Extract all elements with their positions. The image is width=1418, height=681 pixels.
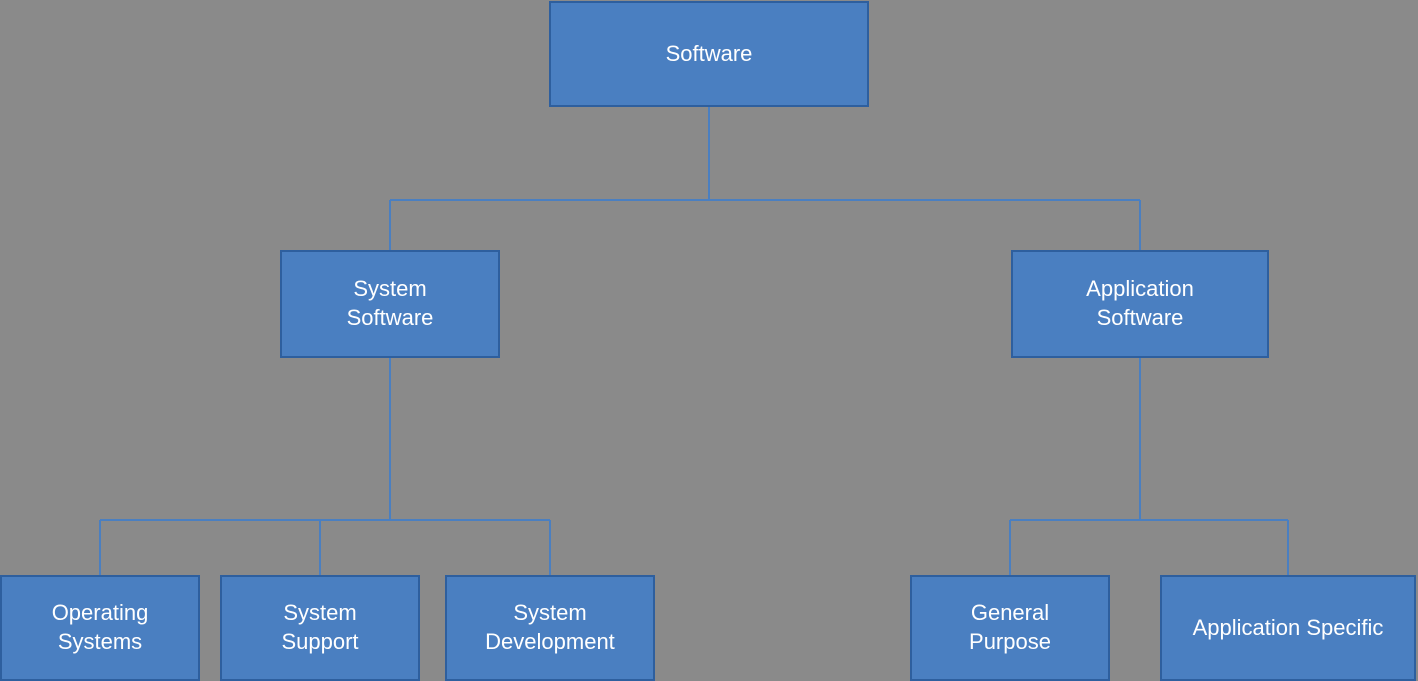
node-app-software-label: ApplicationSoftware xyxy=(1086,275,1194,332)
node-app-software: ApplicationSoftware xyxy=(1011,250,1269,358)
node-system-software: SystemSoftware xyxy=(280,250,500,358)
node-system-support-label: SystemSupport xyxy=(281,599,358,656)
node-general-purpose: GeneralPurpose xyxy=(910,575,1110,681)
node-system-dev-label: SystemDevelopment xyxy=(485,599,615,656)
node-app-specific-label: Application Specific xyxy=(1193,614,1384,643)
node-software-label: Software xyxy=(666,40,753,69)
node-os: OperatingSystems xyxy=(0,575,200,681)
node-system-support: SystemSupport xyxy=(220,575,420,681)
node-os-label: OperatingSystems xyxy=(52,599,149,656)
node-system-dev: SystemDevelopment xyxy=(445,575,655,681)
node-general-purpose-label: GeneralPurpose xyxy=(969,599,1051,656)
node-app-specific: Application Specific xyxy=(1160,575,1416,681)
node-software: Software xyxy=(549,1,869,107)
node-system-software-label: SystemSoftware xyxy=(347,275,434,332)
diagram: Software SystemSoftware ApplicationSoftw… xyxy=(0,0,1418,681)
